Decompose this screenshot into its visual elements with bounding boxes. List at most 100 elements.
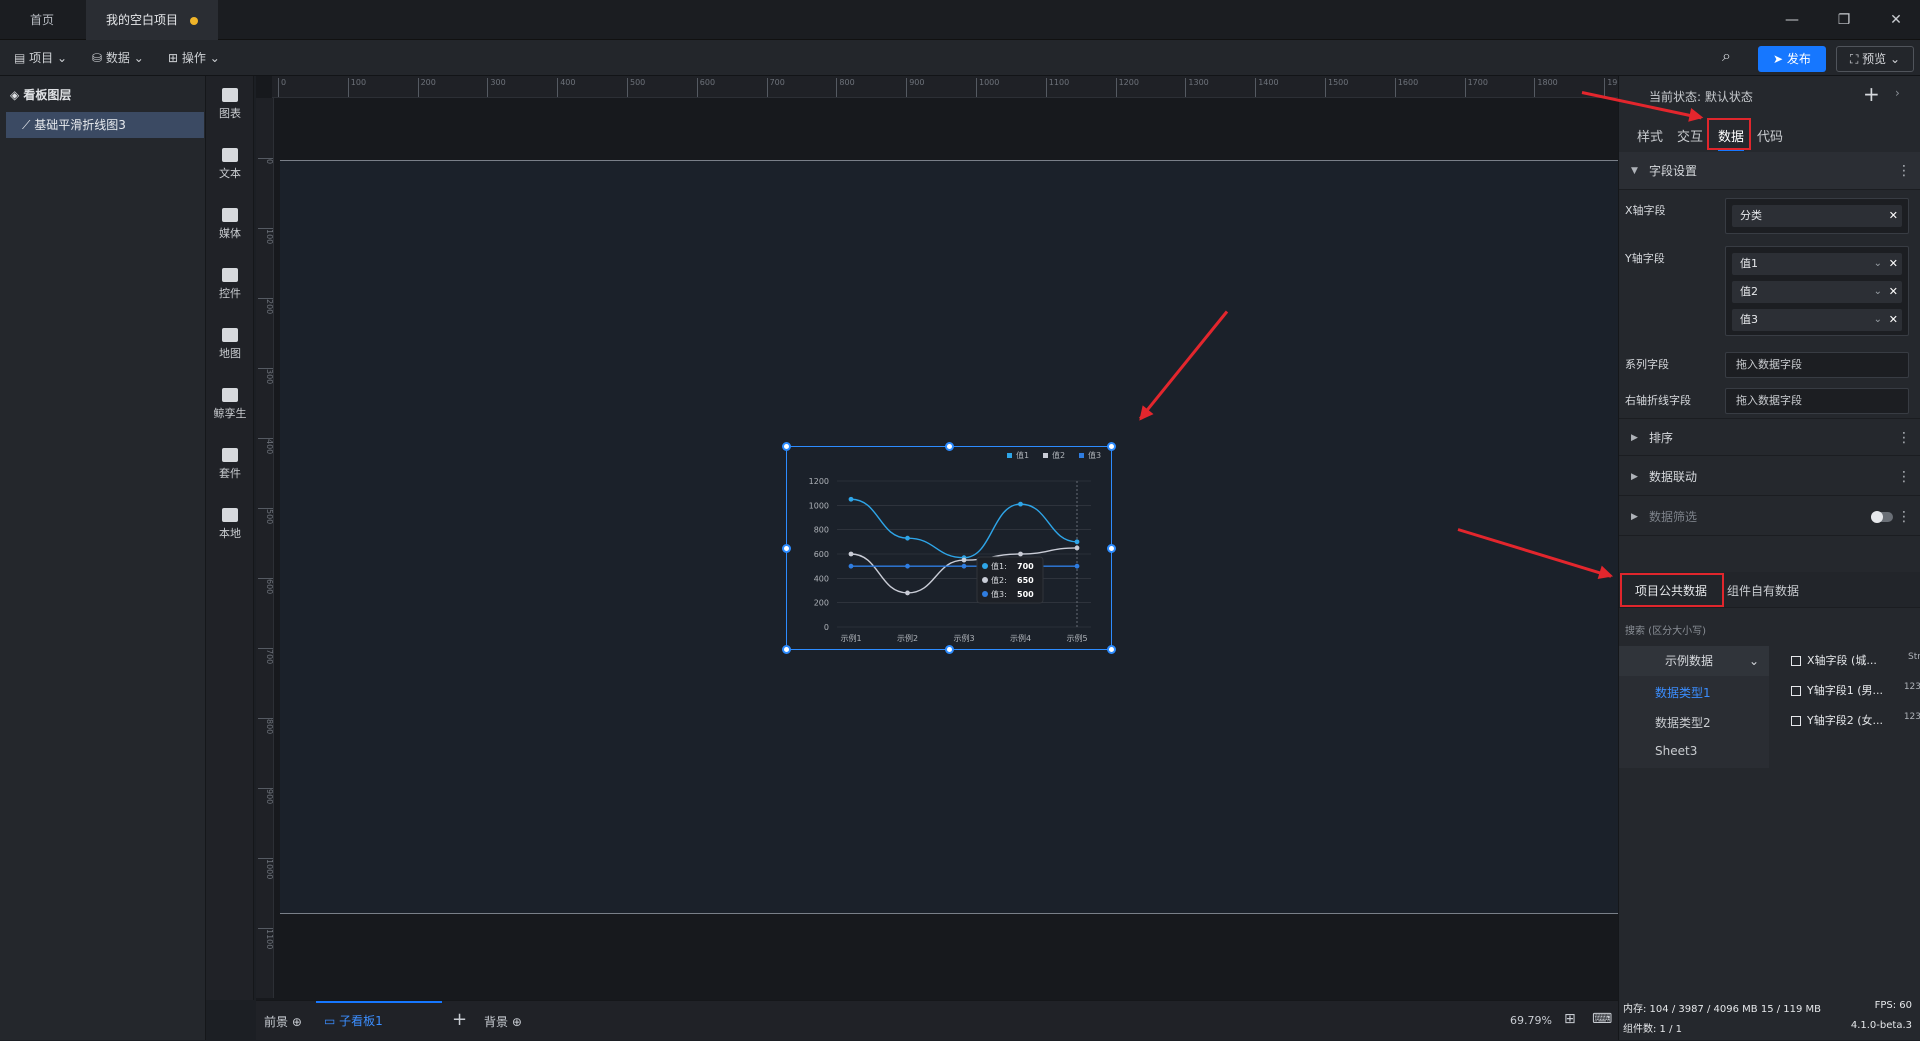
search-input[interactable]: 搜索 (区分大小写) bbox=[1625, 622, 1706, 637]
resize-handle[interactable] bbox=[782, 544, 791, 553]
x-field-chip[interactable]: 分类 ✕ bbox=[1732, 205, 1902, 227]
section-linkage[interactable]: ▶ 数据联动 ⋮ bbox=[1619, 458, 1920, 496]
unsaved-dot bbox=[190, 16, 199, 25]
data-point bbox=[961, 557, 967, 563]
chevron-down-icon[interactable]: ⌄ bbox=[1874, 281, 1882, 303]
lib-twin[interactable]: 鲸孪生 bbox=[206, 388, 254, 421]
y-field-chip[interactable]: 值2 ⌄ ✕ bbox=[1732, 281, 1902, 303]
y-tick-label: 1000 bbox=[809, 501, 829, 510]
chart-component[interactable]: 1200 1000 800 600 400 200 0 示例1 示例2 示例3 示例4 示例5 值1 值2… bbox=[782, 442, 1116, 654]
resize-handle[interactable] bbox=[782, 442, 791, 451]
section-sort[interactable]: ▶ 排序 ⋮ bbox=[1619, 418, 1920, 456]
chevron-down-icon[interactable]: ⌄ bbox=[1874, 253, 1882, 275]
data-point bbox=[905, 563, 910, 569]
data-point bbox=[848, 496, 854, 502]
checkbox[interactable] bbox=[1791, 716, 1801, 726]
resize-handle[interactable] bbox=[945, 442, 954, 451]
background-tab[interactable]: 背景 ⊕ bbox=[484, 1013, 522, 1030]
dataset-item[interactable]: 数据类型1 bbox=[1655, 684, 1711, 701]
ruler-tick-label: 800 bbox=[258, 718, 273, 734]
board-icon: ▭ bbox=[324, 1014, 340, 1028]
right-line-field-drop[interactable]: 拖入数据字段 bbox=[1725, 388, 1909, 414]
minimize-icon[interactable]: — bbox=[1782, 10, 1802, 30]
lib-controls[interactable]: 控件 bbox=[206, 268, 254, 301]
remove-icon[interactable]: ✕ bbox=[1889, 281, 1898, 303]
tab-interaction[interactable]: 交互 bbox=[1677, 126, 1703, 145]
tab-home[interactable]: 首页 bbox=[10, 0, 74, 40]
add-circle-icon: ⊕ bbox=[511, 1015, 522, 1029]
data-point bbox=[905, 590, 910, 596]
lib-text[interactable]: 文本 bbox=[206, 148, 254, 181]
fps-status: FPS: 60 bbox=[1874, 1000, 1912, 1011]
checkbox[interactable] bbox=[1791, 656, 1801, 666]
resize-handle[interactable] bbox=[1107, 442, 1116, 451]
remove-icon[interactable]: ✕ bbox=[1889, 253, 1898, 275]
tab-code[interactable]: 代码 bbox=[1757, 126, 1783, 145]
x-field-label: X轴字段 bbox=[1625, 204, 1666, 217]
board-tab[interactable]: ▭ 子看板1 bbox=[316, 1001, 442, 1041]
menu-operations[interactable]: ⊞ 操作 ⌄ bbox=[168, 48, 220, 68]
section-field-settings[interactable]: ▼ 字段设置 ⋮ bbox=[1619, 152, 1920, 190]
resize-handle[interactable] bbox=[782, 645, 791, 654]
section-filter[interactable]: ▶ 数据筛选 ⋮ bbox=[1619, 498, 1920, 536]
x-field-box[interactable]: 分类 ✕ bbox=[1725, 198, 1909, 234]
y-field-chip[interactable]: 值3 ⌄ ✕ bbox=[1732, 309, 1902, 331]
more-icon[interactable]: ⋮ bbox=[1897, 498, 1911, 536]
ruler-tick-label: 200 bbox=[258, 298, 273, 314]
y-field-chip[interactable]: 值1 ⌄ ✕ bbox=[1732, 253, 1902, 275]
menu-data[interactable]: ⛁ 数据 ⌄ bbox=[92, 48, 144, 68]
lib-map[interactable]: 地图 bbox=[206, 328, 254, 361]
field-item[interactable]: Y轴字段2 (女... 123 bbox=[1791, 712, 1920, 728]
menu-project[interactable]: ▤ 项目 ⌄ bbox=[14, 48, 67, 68]
memory-status: 内存: 104 / 3987 / 4096 MB 15 / 119 MB bbox=[1623, 1004, 1822, 1015]
x-tick-label: 示例1 bbox=[840, 633, 861, 643]
more-icon[interactable]: ⋮ bbox=[1897, 419, 1911, 457]
ruler-tick-label: 1600 bbox=[1394, 78, 1418, 97]
lib-media[interactable]: 媒体 bbox=[206, 208, 254, 241]
fit-screen-icon[interactable]: ⊞ bbox=[1564, 1011, 1576, 1027]
resize-handle[interactable] bbox=[945, 645, 954, 654]
foreground-tab[interactable]: 前景 ⊕ bbox=[264, 1013, 302, 1030]
series-field-drop[interactable]: 拖入数据字段 bbox=[1725, 352, 1909, 378]
puzzle-icon bbox=[222, 508, 238, 522]
caret-right-icon: ▶ bbox=[1631, 472, 1638, 482]
chevron-down-icon[interactable]: ⌄ bbox=[1874, 309, 1882, 331]
add-state-icon[interactable]: + bbox=[1863, 82, 1880, 106]
more-icon[interactable]: ⋮ bbox=[1897, 458, 1911, 496]
lib-kit[interactable]: 套件 bbox=[206, 448, 254, 481]
x-tick-label: 示例3 bbox=[953, 633, 974, 643]
field-item[interactable]: Y轴字段1 (男... 123 bbox=[1791, 682, 1920, 698]
preview-button[interactable]: ⛶ 预览 ⌄ bbox=[1836, 46, 1914, 72]
resize-handle[interactable] bbox=[1107, 544, 1116, 553]
tab-style[interactable]: 样式 bbox=[1637, 126, 1663, 145]
remove-icon[interactable]: ✕ bbox=[1889, 205, 1898, 227]
layer-item[interactable]: ⟋ 基础平滑折线图3 bbox=[6, 112, 204, 138]
lib-chart[interactable]: 图表 bbox=[206, 88, 254, 121]
tab-project[interactable]: 我的空白项目 bbox=[86, 0, 219, 40]
filter-toggle[interactable] bbox=[1871, 511, 1893, 523]
field-item[interactable]: X轴字段 (城... Str bbox=[1791, 652, 1920, 668]
add-board-icon[interactable]: + bbox=[452, 1009, 467, 1030]
tooltip-dot bbox=[982, 591, 988, 597]
tooltip-value: 700 bbox=[1017, 562, 1034, 571]
search-icon[interactable]: ⌕ bbox=[1722, 46, 1731, 66]
zoom-level[interactable]: 69.79% bbox=[1510, 1014, 1552, 1027]
publish-button[interactable]: ➤ 发布 bbox=[1758, 46, 1826, 72]
close-icon[interactable]: ✕ bbox=[1886, 10, 1906, 30]
dataset-item[interactable]: Sheet3 bbox=[1655, 744, 1697, 758]
tab-component-own-data[interactable]: 组件自有数据 bbox=[1727, 582, 1799, 599]
resize-handle[interactable] bbox=[1107, 645, 1116, 654]
dataset-item[interactable]: 数据类型2 bbox=[1655, 714, 1711, 731]
remove-icon[interactable]: ✕ bbox=[1889, 309, 1898, 331]
ruler-tick-label: 500 bbox=[258, 508, 273, 524]
more-icon[interactable]: ⋮ bbox=[1897, 152, 1911, 190]
dataset-group[interactable]: 示例数据 ⌄ bbox=[1619, 646, 1769, 676]
chevron-right-icon[interactable]: › bbox=[1895, 86, 1900, 100]
ruler-tick-label: 400 bbox=[258, 438, 273, 454]
keyboard-icon[interactable]: ⌨ bbox=[1592, 1011, 1612, 1027]
restore-icon[interactable]: ❐ bbox=[1834, 10, 1854, 30]
ruler-tick-label: 1800 bbox=[1534, 78, 1558, 97]
checkbox[interactable] bbox=[1791, 686, 1801, 696]
y-field-box[interactable]: 值1 ⌄ ✕ 值2 ⌄ ✕ 值3 ⌄ ✕ bbox=[1725, 246, 1909, 336]
lib-local[interactable]: 本地 bbox=[206, 508, 254, 541]
